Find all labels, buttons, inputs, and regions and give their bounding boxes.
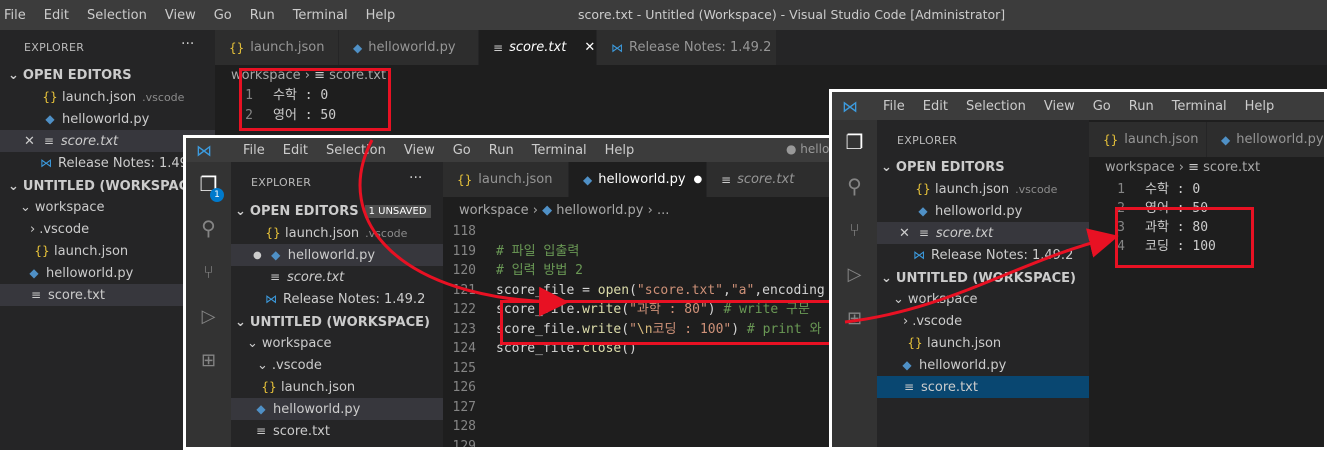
arrow-to-result xyxy=(844,228,1119,324)
arrow-to-write-lines xyxy=(358,139,569,317)
annotation-arrows xyxy=(358,139,1119,324)
